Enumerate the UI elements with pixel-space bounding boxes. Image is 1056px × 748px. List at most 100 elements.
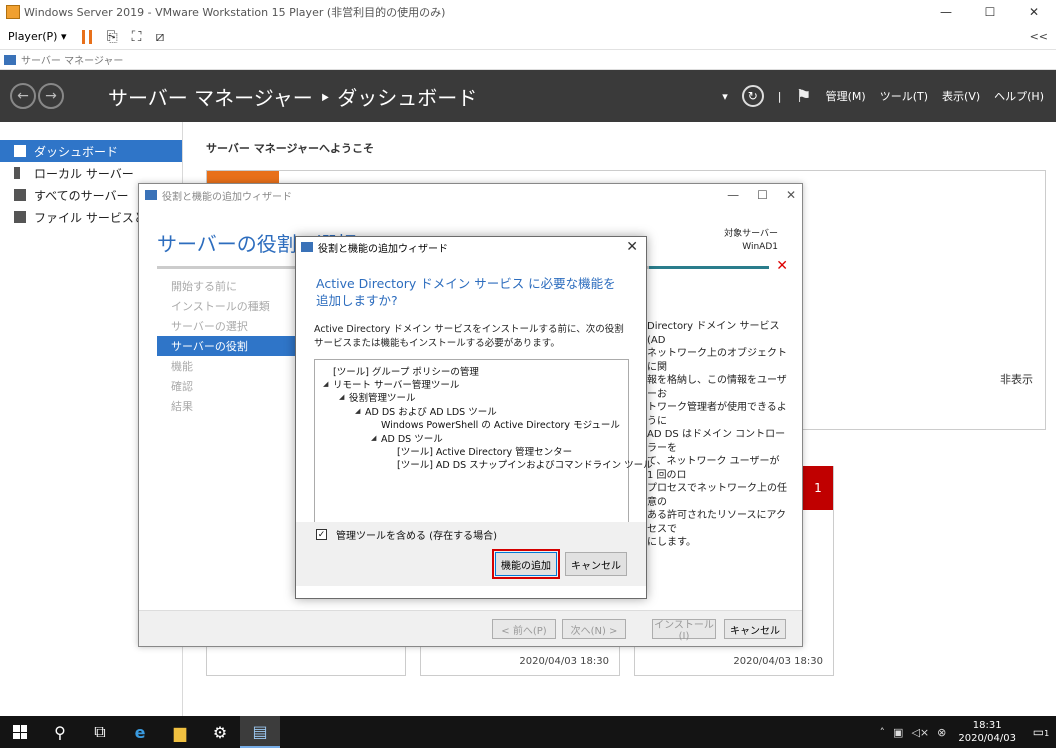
expand-arrow-icon[interactable]: ◢	[355, 407, 365, 415]
manage-menu[interactable]: 管理(M)	[826, 88, 866, 104]
wizard-footer: < 前へ(P) 次へ(N) > インストール(I) キャンセル	[139, 610, 802, 646]
wizard-window-controls: — ☐ ✕	[727, 184, 796, 206]
tree-item: [ツール] AD DS スナップインおよびコマンドライン ツール	[315, 458, 653, 471]
wizard-titlebar: 役割と機能の追加ウィザード — ☐ ✕	[139, 184, 802, 206]
sidebar-item-dashboard[interactable]: ダッシュボード	[0, 140, 182, 162]
close-icon[interactable]: ✕	[626, 239, 638, 255]
wizard-step: 結果	[171, 400, 193, 413]
minimize-button[interactable]: —	[924, 0, 968, 24]
server-manager-window-title: サーバー マネージャー	[21, 56, 124, 67]
target-server-label: 対象サーバー	[724, 229, 778, 239]
add-features-button[interactable]: 機能の追加	[492, 549, 560, 579]
wizard-step: インストールの種類	[171, 300, 270, 313]
taskbar: ⚲ ⧉ e ▆ ⚙ ▤ ˄ ▣ ◁× ⊗ 18:31 2020/04/03 ▭1	[0, 716, 1056, 748]
tree-item: [ツール] Active Directory 管理センター	[315, 444, 628, 458]
settings-gear-icon[interactable]: ⚙	[200, 716, 240, 748]
tree-item: ◢ AD DS ツール	[315, 431, 628, 445]
clock[interactable]: 18:31 2020/04/03	[958, 719, 1016, 745]
wizard-steps: 開始する前に インストールの種類 サーバーの選択 サーバーの役割 機能 確認 結…	[157, 276, 299, 416]
sidebar-item-label: ローカル サーバー	[34, 166, 134, 181]
expand-arrow-icon[interactable]: ◢	[339, 393, 349, 401]
tree-item: Windows PowerShell の Active Directory モジ…	[315, 418, 628, 431]
unity-icon[interactable]: ⧄	[155, 29, 164, 45]
tree-item-label: リモート サーバー管理ツール	[333, 380, 460, 392]
error-icon: ✕	[776, 258, 788, 274]
wizard-title: 役割と機能の追加ウィザード	[162, 191, 292, 203]
tile-timestamp: 2020/04/03 18:30	[519, 656, 609, 667]
minimize-button[interactable]: —	[727, 188, 739, 202]
back-icon[interactable]: ←	[10, 83, 36, 109]
view-menu[interactable]: 表示(V)	[942, 88, 980, 104]
tools-menu[interactable]: ツール(T)	[880, 88, 928, 104]
dialog-titlebar: 役割と機能の追加ウィザード ✕	[296, 237, 646, 257]
wizard-cancel-button[interactable]: キャンセル	[724, 619, 786, 639]
close-button[interactable]: ✕	[1012, 0, 1056, 24]
expand-arrow-icon[interactable]: ◢	[323, 380, 333, 388]
notification-center-icon[interactable]: ▭1	[1026, 725, 1056, 739]
wizard-icon	[145, 190, 157, 200]
start-button[interactable]	[0, 716, 40, 748]
add-features-dialog: 役割と機能の追加ウィザード ✕ Active Directory ドメイン サー…	[295, 236, 653, 599]
dialog-cancel-button[interactable]: キャンセル	[565, 552, 627, 576]
vmware-toolbar: Player(P) ▾ ⎘ ⛶ ⧄ <<	[0, 24, 1056, 50]
vmware-window-controls: — ☐ ✕	[924, 0, 1056, 24]
dialog-icon	[301, 242, 313, 252]
clock-time: 18:31	[972, 720, 1002, 731]
tree-item-label: Windows PowerShell の Active Directory モジ…	[381, 420, 620, 432]
vmware-titlebar: Windows Server 2019 - VMware Workstation…	[0, 0, 1056, 24]
vmware-window-title: Windows Server 2019 - VMware Workstation…	[24, 6, 446, 19]
expand-arrow-icon[interactable]: ◢	[371, 434, 381, 442]
welcome-title: サーバー マネージャーへようこそ	[206, 142, 374, 155]
player-menu[interactable]: Player(P) ▾	[8, 30, 66, 43]
breadcrumb: サーバー マネージャー ‣ ダッシュボード	[108, 85, 478, 110]
sidebar-item-local-server[interactable]: ローカル サーバー	[0, 162, 182, 184]
alert-count-badge[interactable]: 1	[803, 466, 833, 510]
pause-icon[interactable]	[82, 29, 93, 44]
tree-item-label: AD DS ツール	[381, 433, 443, 445]
system-tray: ˄ ▣ ◁× ⊗ 18:31 2020/04/03 ▭1	[876, 716, 1056, 748]
server-icon	[14, 167, 20, 179]
dialog-body-text: Active Directory ドメイン サービスをインストールする前に、次の…	[314, 324, 624, 349]
tree-item: ◢ リモート サーバー管理ツール	[315, 377, 628, 392]
dropdown-arrow-icon[interactable]: ▾	[722, 90, 728, 103]
server-manager-taskbar-icon[interactable]: ▤	[240, 716, 280, 748]
chevron-up-icon[interactable]: ˄	[880, 726, 886, 739]
close-button[interactable]: ✕	[786, 188, 796, 202]
install-button[interactable]: インストール(I)	[652, 619, 716, 642]
feature-tree[interactable]: [ツール] グループ ポリシーの管理 ◢ リモート サーバー管理ツール ◢ 役割管理…	[314, 359, 653, 523]
header-menu-bar: ▾ ↻ | ⚑ 管理(M) ツール(T) 表示(V) ヘルプ(H)	[722, 70, 1044, 122]
hide-link[interactable]: 非表示	[1000, 371, 1033, 387]
file-explorer-icon[interactable]: ▆	[160, 716, 200, 748]
notification-flag-icon[interactable]: ⚑	[796, 86, 812, 107]
target-server-value: WinAD1	[742, 242, 778, 252]
include-tools-checkbox[interactable]: ✓	[316, 529, 327, 540]
next-button[interactable]: 次へ(N) >	[562, 619, 626, 639]
forward-icon[interactable]: →	[38, 83, 64, 109]
notification-count: 1	[1044, 729, 1050, 738]
servers-icon	[14, 189, 26, 201]
status-icon[interactable]: ⊗	[937, 726, 946, 739]
help-menu[interactable]: ヘルプ(H)	[994, 88, 1044, 104]
send-ctrl-alt-del-icon[interactable]: ⎘	[106, 29, 117, 45]
include-tools-checkbox-row[interactable]: ✓ 管理ツールを含める (存在する場合)	[316, 527, 497, 542]
tree-item: [ツール] グループ ポリシーの管理	[315, 364, 628, 378]
wizard-step-active[interactable]: サーバーの役割	[157, 336, 299, 356]
task-view-icon[interactable]: ⧉	[80, 716, 120, 748]
collapse-toolbar-button[interactable]: <<	[1030, 30, 1048, 43]
volume-muted-icon[interactable]: ◁×	[911, 726, 929, 739]
sidebar-item-label: ダッシュボード	[34, 144, 119, 159]
refresh-icon[interactable]: ↻	[741, 85, 764, 107]
wizard-step: 機能	[171, 360, 193, 373]
dashboard-icon	[14, 145, 26, 157]
internet-explorer-icon[interactable]: e	[120, 716, 160, 748]
include-tools-label: 管理ツールを含める (存在する場合)	[336, 531, 497, 542]
prev-button[interactable]: < 前へ(P)	[492, 619, 556, 639]
wizard-step: 確認	[171, 380, 193, 393]
network-icon[interactable]: ▣	[893, 726, 903, 739]
dialog-question: Active Directory ドメイン サービス に必要な機能を追加しますか…	[316, 276, 616, 308]
maximize-button[interactable]: ☐	[757, 188, 768, 202]
maximize-button[interactable]: ☐	[968, 0, 1012, 24]
clock-date: 2020/04/03	[958, 733, 1016, 744]
fullscreen-icon[interactable]: ⛶	[132, 29, 142, 45]
search-icon[interactable]: ⚲	[40, 716, 80, 748]
